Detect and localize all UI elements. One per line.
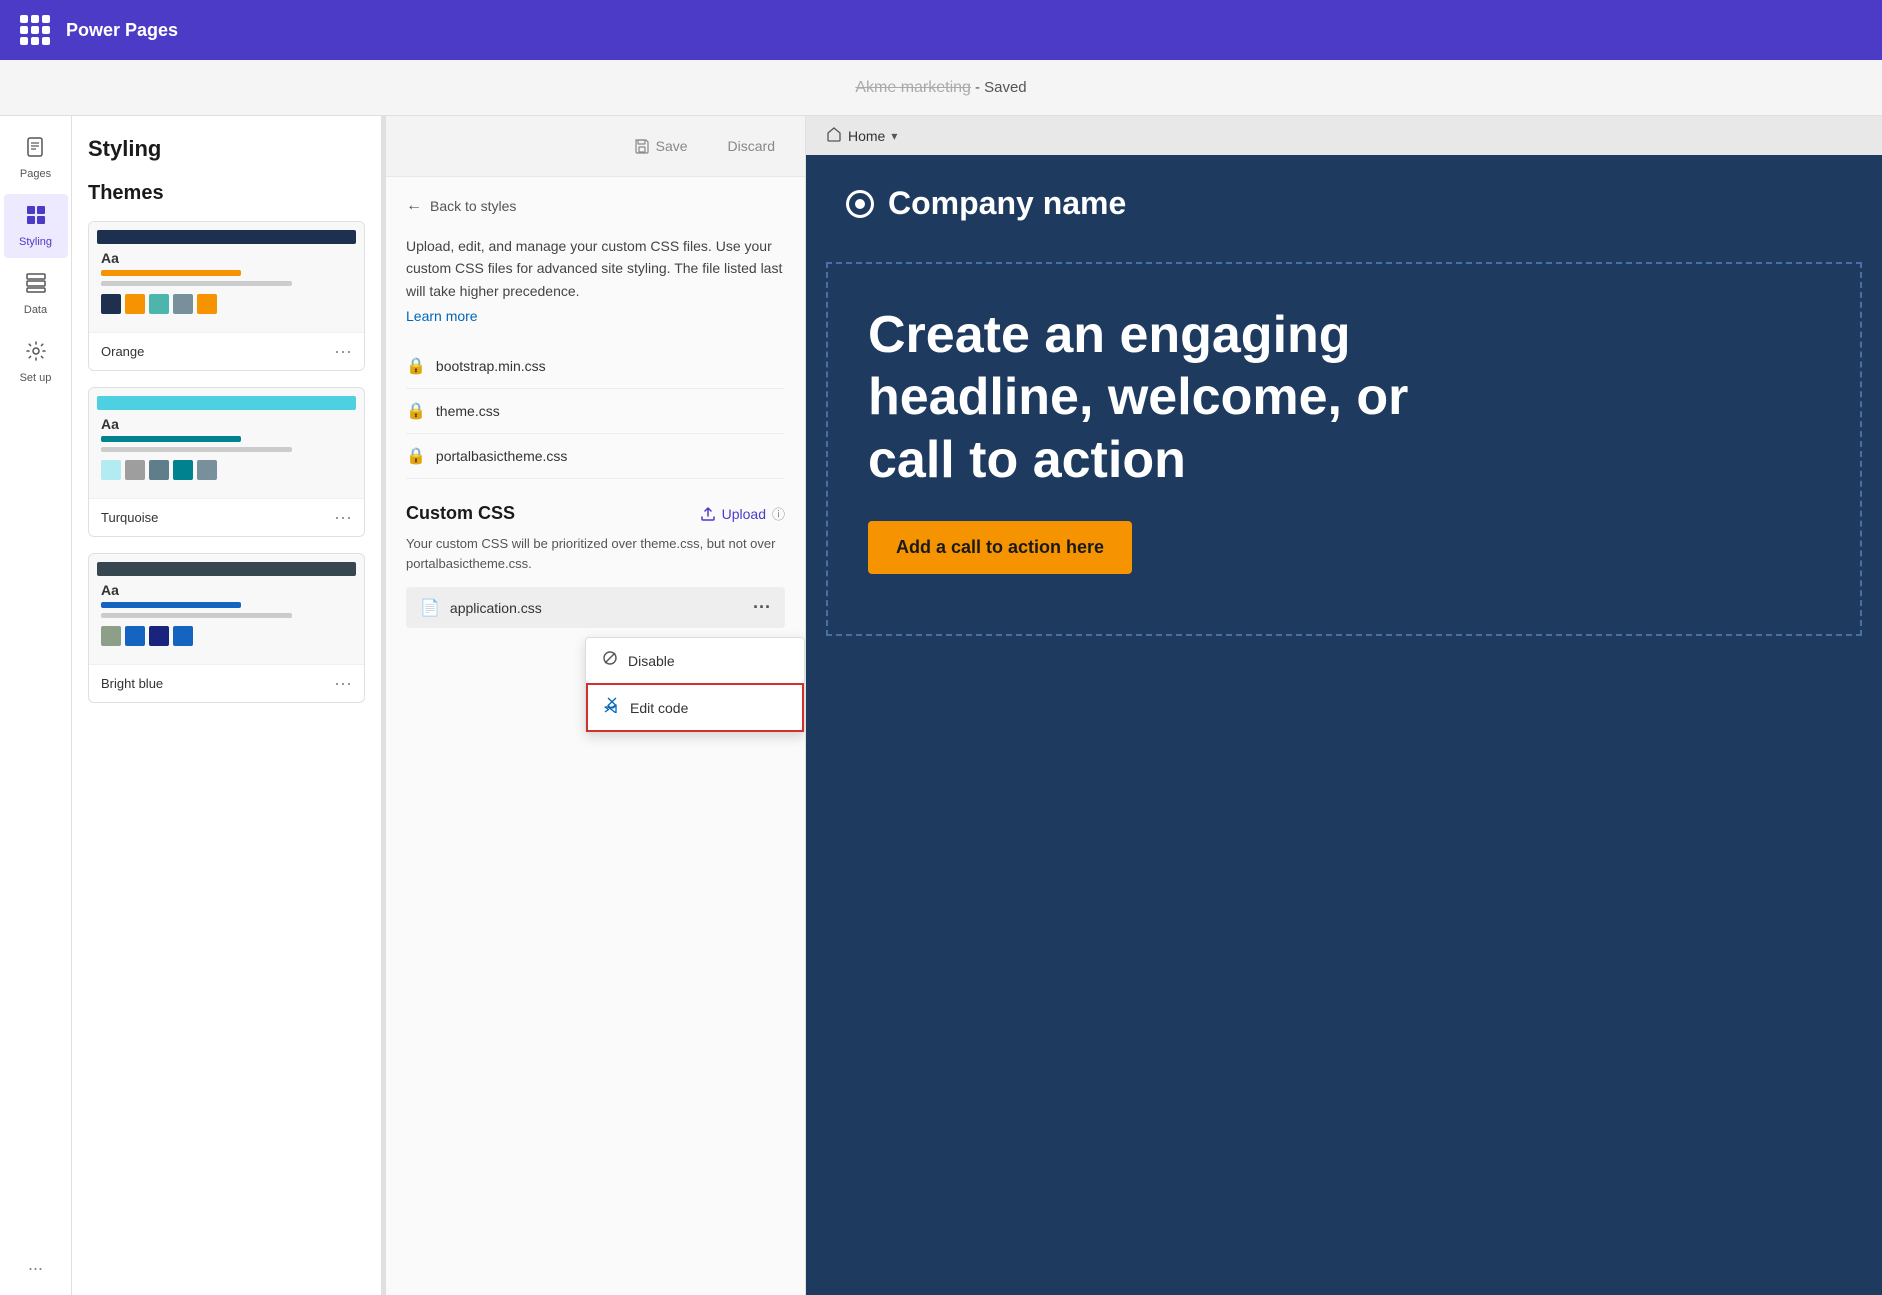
more-options[interactable]: ... xyxy=(28,1254,43,1275)
discard-label: Discard xyxy=(728,138,775,154)
preview-content: Company name Create an engaging headline… xyxy=(806,155,1882,1295)
theme-menu-orange[interactable]: ··· xyxy=(334,341,352,362)
css-filename-bootstrap: bootstrap.min.css xyxy=(436,358,546,374)
disable-menu-item[interactable]: Disable xyxy=(586,638,804,683)
theme-menu-turquoise[interactable]: ··· xyxy=(334,507,352,528)
data-label: Data xyxy=(24,304,47,316)
app-css-name: application.css xyxy=(450,600,542,616)
setup-icon xyxy=(25,340,47,368)
preview-nav: Home ▾ xyxy=(806,116,1882,155)
pages-label: Pages xyxy=(20,168,51,180)
css-description: Upload, edit, and manage your custom CSS… xyxy=(406,235,785,302)
edit-code-menu-item[interactable]: Edit code xyxy=(586,683,804,732)
css-panel: Save Discard ← Back to styles Upload, ed… xyxy=(386,116,806,1295)
css-filename-theme: theme.css xyxy=(436,403,500,419)
css-file-portal: 🔒 portalbasictheme.css xyxy=(406,434,785,479)
info-icon: ⓘ xyxy=(772,504,785,523)
lock-icon-portal: 🔒 xyxy=(406,446,426,466)
disable-icon xyxy=(602,650,618,671)
custom-css-title: Custom CSS xyxy=(406,503,515,524)
main-layout: Pages Styling Data Set up ... Styling Th… xyxy=(0,116,1882,1295)
document-title-area: Akme marketing - Saved xyxy=(855,79,1026,97)
app-css-left: 📄 application.css xyxy=(420,598,542,618)
application-css-row: 📄 application.css ··· Disable xyxy=(406,587,785,628)
icon-sidebar: Pages Styling Data Set up ... xyxy=(0,116,72,1295)
theme-name-orange: Orange xyxy=(101,344,144,359)
context-menu: Disable Edit code xyxy=(585,637,805,733)
back-arrow-icon: ← xyxy=(406,197,422,215)
disable-label: Disable xyxy=(628,653,675,669)
app-title: Power Pages xyxy=(66,20,178,41)
back-label: Back to styles xyxy=(430,198,516,214)
more-dots: ... xyxy=(28,1254,43,1274)
preview-area: Home ▾ Company name Create an engaging h… xyxy=(806,116,1882,1295)
theme-card-orange[interactable]: Aa Orange ··· xyxy=(88,221,365,371)
company-header: Company name xyxy=(806,155,1882,242)
setup-label: Set up xyxy=(20,372,52,384)
back-to-styles-link[interactable]: ← Back to styles xyxy=(406,197,785,215)
saved-status: - Saved xyxy=(975,79,1027,96)
lock-icon-bootstrap: 🔒 xyxy=(406,356,426,376)
themes-panel: Styling Themes Aa Orange xyxy=(72,116,382,1295)
hero-section: Create an engaging headline, welcome, or… xyxy=(826,262,1862,636)
sidebar-item-pages[interactable]: Pages xyxy=(4,126,68,190)
custom-css-header: Custom CSS Upload ⓘ xyxy=(406,503,785,524)
styling-icon xyxy=(25,204,47,232)
top-nav: Power Pages xyxy=(0,0,1882,60)
home-nav-label: Home xyxy=(848,128,885,144)
theme-menu-brightblue[interactable]: ··· xyxy=(334,673,352,694)
company-radio-inner xyxy=(855,199,865,209)
css-file-bootstrap: 🔒 bootstrap.min.css xyxy=(406,344,785,389)
css-panel-content: ← Back to styles Upload, edit, and manag… xyxy=(386,177,805,648)
styling-label: Styling xyxy=(19,236,52,248)
hero-headline: Create an engaging headline, welcome, or… xyxy=(868,304,1468,491)
home-nav-icon xyxy=(826,126,842,145)
theme-card-brightblue[interactable]: Aa Bright blue ··· xyxy=(88,553,365,703)
cta-button[interactable]: Add a call to action here xyxy=(868,521,1132,574)
theme-card-turquoise[interactable]: Aa Turquoise ··· xyxy=(88,387,365,537)
themes-title: Themes xyxy=(88,182,365,205)
site-name: Akme marketing xyxy=(855,79,971,97)
custom-css-desc: Your custom CSS will be prioritized over… xyxy=(406,534,785,573)
upload-label: Upload xyxy=(722,506,766,522)
app-css-menu-button[interactable]: ··· xyxy=(753,597,771,618)
upload-button[interactable]: Upload ⓘ xyxy=(700,504,785,523)
css-filename-portal: portalbasictheme.css xyxy=(436,448,568,464)
file-icon: 📄 xyxy=(420,598,440,618)
nav-chevron: ▾ xyxy=(891,129,897,143)
css-panel-header: Save Discard xyxy=(386,116,805,177)
theme-name-brightblue: Bright blue xyxy=(101,676,163,691)
company-radio xyxy=(846,190,874,218)
sub-nav: Akme marketing - Saved xyxy=(0,60,1882,116)
css-file-theme: 🔒 theme.css xyxy=(406,389,785,434)
pages-icon xyxy=(25,136,47,164)
apps-grid-button[interactable] xyxy=(20,15,50,45)
data-icon xyxy=(25,272,47,300)
theme-name-turquoise: Turquoise xyxy=(101,510,158,525)
panel-actions: Save Discard xyxy=(624,132,785,160)
edit-code-label: Edit code xyxy=(630,700,688,716)
company-name: Company name xyxy=(888,185,1126,222)
learn-more-link[interactable]: Learn more xyxy=(406,308,785,324)
sidebar-item-styling[interactable]: Styling xyxy=(4,194,68,258)
custom-css-section: Custom CSS Upload ⓘ Your custom CSS will… xyxy=(406,503,785,628)
sidebar-item-setup[interactable]: Set up xyxy=(4,330,68,394)
vscode-icon xyxy=(604,697,620,718)
styling-title: Styling xyxy=(88,136,365,162)
save-button[interactable]: Save xyxy=(624,132,698,160)
save-label: Save xyxy=(656,138,688,154)
sidebar-item-data[interactable]: Data xyxy=(4,262,68,326)
discard-button[interactable]: Discard xyxy=(718,132,785,160)
lock-icon-theme: 🔒 xyxy=(406,401,426,421)
